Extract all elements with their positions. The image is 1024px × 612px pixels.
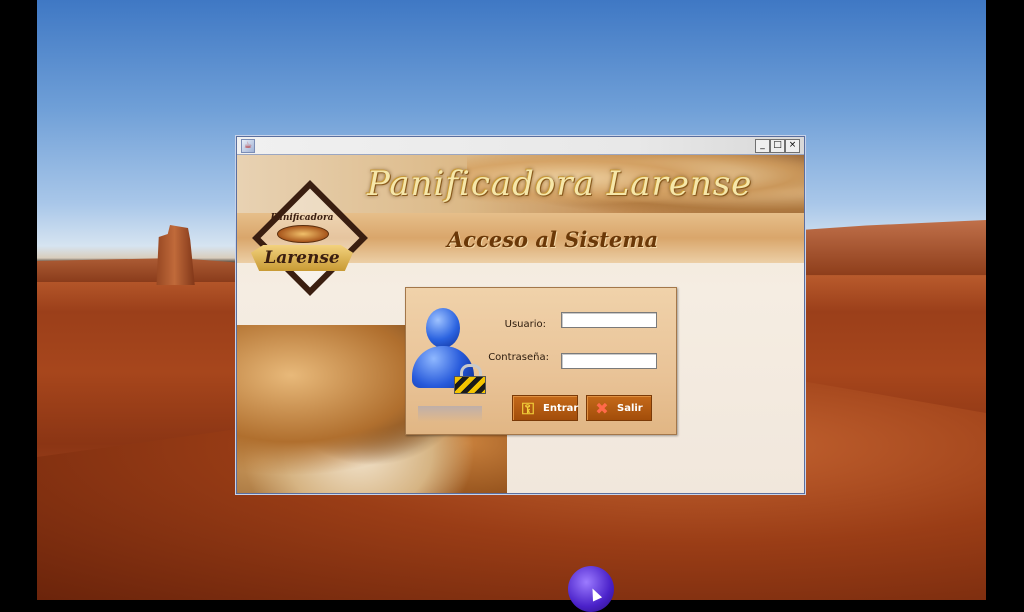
window-titlebar[interactable]: ☕ _ □ ×: [237, 137, 804, 155]
password-input[interactable]: [561, 353, 657, 369]
brand-title: Panificadora Larense: [367, 164, 753, 204]
close-button[interactable]: ×: [785, 139, 800, 153]
minimize-button[interactable]: _: [755, 139, 770, 153]
user-input[interactable]: [561, 312, 657, 328]
logo-bread-icon: [277, 225, 329, 243]
exit-button-label: Salir: [617, 403, 643, 414]
section-title: Acceso al Sistema: [447, 227, 659, 252]
java-coffee-icon: ☕: [241, 139, 255, 153]
enter-button-label: Entrar: [543, 403, 579, 414]
exit-button[interactable]: ✖ Salir: [586, 395, 652, 421]
maximize-button[interactable]: □: [770, 139, 785, 153]
logo-top-text: Panificadora: [270, 213, 334, 223]
logo-main-text: Larense: [264, 248, 340, 268]
login-panel: Usuario: Contraseña: ⚿ Entrar ✖ Salir: [405, 287, 677, 435]
mesa-right: [786, 220, 986, 275]
window-content: Panificadora Larense Acceso al Sistema P…: [237, 155, 804, 493]
x-icon: ✖: [595, 399, 609, 418]
rock-butte: [156, 225, 195, 285]
enter-button[interactable]: ⚿ Entrar: [512, 395, 578, 421]
password-label: Contraseña:: [488, 352, 549, 363]
padlock-icon: [454, 364, 486, 394]
user-label: Usuario:: [504, 319, 546, 330]
mesa-left: [37, 258, 237, 282]
bakery-logo: Panificadora Larense: [247, 180, 368, 296]
user-head-shape: [426, 308, 460, 348]
key-icon: ⚿: [521, 399, 535, 418]
login-window: ☕ _ □ × Panificadora Larense Acceso al S…: [236, 136, 805, 494]
icon-reflection: [418, 406, 482, 422]
user-lock-icon: [412, 306, 486, 422]
